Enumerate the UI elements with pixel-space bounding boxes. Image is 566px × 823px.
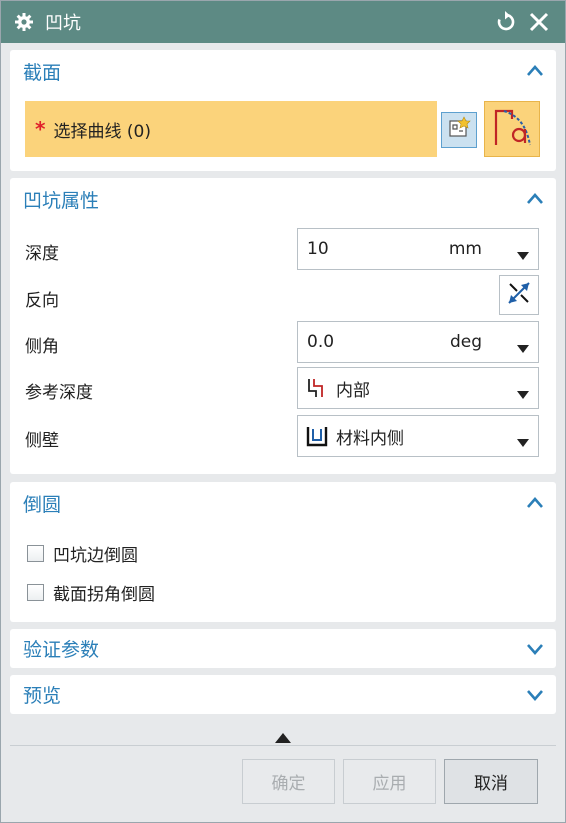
dimple-edge-fillet-option[interactable]: 凹坑边倒圆 [27,541,138,566]
side-angle-unit: deg [449,332,482,352]
chevron-down-icon[interactable] [526,640,544,658]
side-wall-select[interactable]: 材料内侧 [297,415,539,457]
side-wall-value: 材料内侧 [336,428,404,449]
material-inside-icon [304,423,330,449]
window-title: 凹坑 [45,13,81,34]
required-marker: * [35,117,46,141]
curve-icon [490,105,534,154]
reset-icon[interactable] [495,11,517,33]
section-group-header[interactable]: 截面 [10,50,556,92]
section-group-title: 截面 [23,61,62,84]
chevron-down-icon[interactable] [517,384,529,399]
fillet-group-title: 倒圆 [23,493,62,516]
reference-depth-value: 内部 [336,380,370,401]
depth-input[interactable]: 10 mm [297,228,539,270]
title-bar: 凹坑 [1,1,565,43]
side-angle-input[interactable]: 0.0 deg [297,321,539,363]
sketch-icon [447,115,471,145]
validation-group-header[interactable]: 验证参数 [10,629,556,668]
dimple-properties-group: 凹坑属性 深度 10 mm 反向 侧角 0.0 deg 参考深度 内部 侧壁 材… [10,178,556,474]
reverse-label: 反向 [25,291,59,311]
reverse-direction-button[interactable] [499,275,539,315]
section-group: 截面 * 选择曲线 (0) [10,50,556,171]
section-corner-fillet-checkbox[interactable] [27,584,44,601]
depth-value: 10 [307,239,329,259]
preview-group-title: 预览 [23,685,62,707]
chevron-up-icon[interactable] [526,494,544,512]
close-icon[interactable] [527,10,551,34]
ok-button[interactable]: 确定 [242,759,335,804]
section-corner-fillet-option[interactable]: 截面拐角倒圆 [27,580,155,605]
chevron-up-icon[interactable] [526,62,544,80]
depth-label: 深度 [25,244,59,264]
side-wall-label: 侧壁 [25,431,59,451]
dimple-edge-fillet-label: 凹坑边倒圆 [53,546,138,566]
dimple-dialog: 凹坑 截面 * 选择曲线 (0) 凹坑属性 深度 10 mm 反向 侧角 0.0… [0,0,566,823]
chevron-down-icon[interactable] [517,432,529,447]
validation-group[interactable]: 验证参数 [10,629,556,668]
curve-select-button[interactable] [484,101,540,157]
validation-group-title: 验证参数 [23,639,100,661]
chevron-down-icon[interactable] [517,338,529,353]
inside-depth-icon [304,375,330,401]
preview-group[interactable]: 预览 [10,675,556,714]
flip-direction-icon [505,279,533,312]
dimple-edge-fillet-checkbox[interactable] [27,545,44,562]
properties-group-title: 凹坑属性 [23,189,100,212]
depth-unit: mm [448,239,482,259]
preview-group-header[interactable]: 预览 [10,675,556,714]
reference-depth-select[interactable]: 内部 [297,367,539,409]
fillet-group-header[interactable]: 倒圆 [10,482,556,524]
apply-button[interactable]: 应用 [343,759,436,804]
chevron-up-icon[interactable] [526,190,544,208]
properties-group-header[interactable]: 凹坑属性 [10,178,556,220]
collapse-up-icon[interactable] [275,728,291,743]
fillet-group: 倒圆 凹坑边倒圆 截面拐角倒圆 [10,482,556,622]
chevron-down-icon[interactable] [526,686,544,704]
side-angle-label: 侧角 [25,337,59,357]
select-curve-label: 选择曲线 (0) [53,121,151,142]
gear-icon[interactable] [13,11,35,33]
reference-depth-label: 参考深度 [25,383,93,403]
select-curve-field[interactable]: * 选择曲线 (0) [25,101,437,157]
sketch-section-button[interactable] [441,112,477,148]
cancel-button[interactable]: 取消 [444,759,538,804]
side-angle-value: 0.0 [307,332,335,352]
select-curve-row: * 选择曲线 (0) [25,101,550,157]
footer-divider [10,745,556,746]
section-corner-fillet-label: 截面拐角倒圆 [53,585,155,605]
chevron-down-icon[interactable] [517,245,529,260]
